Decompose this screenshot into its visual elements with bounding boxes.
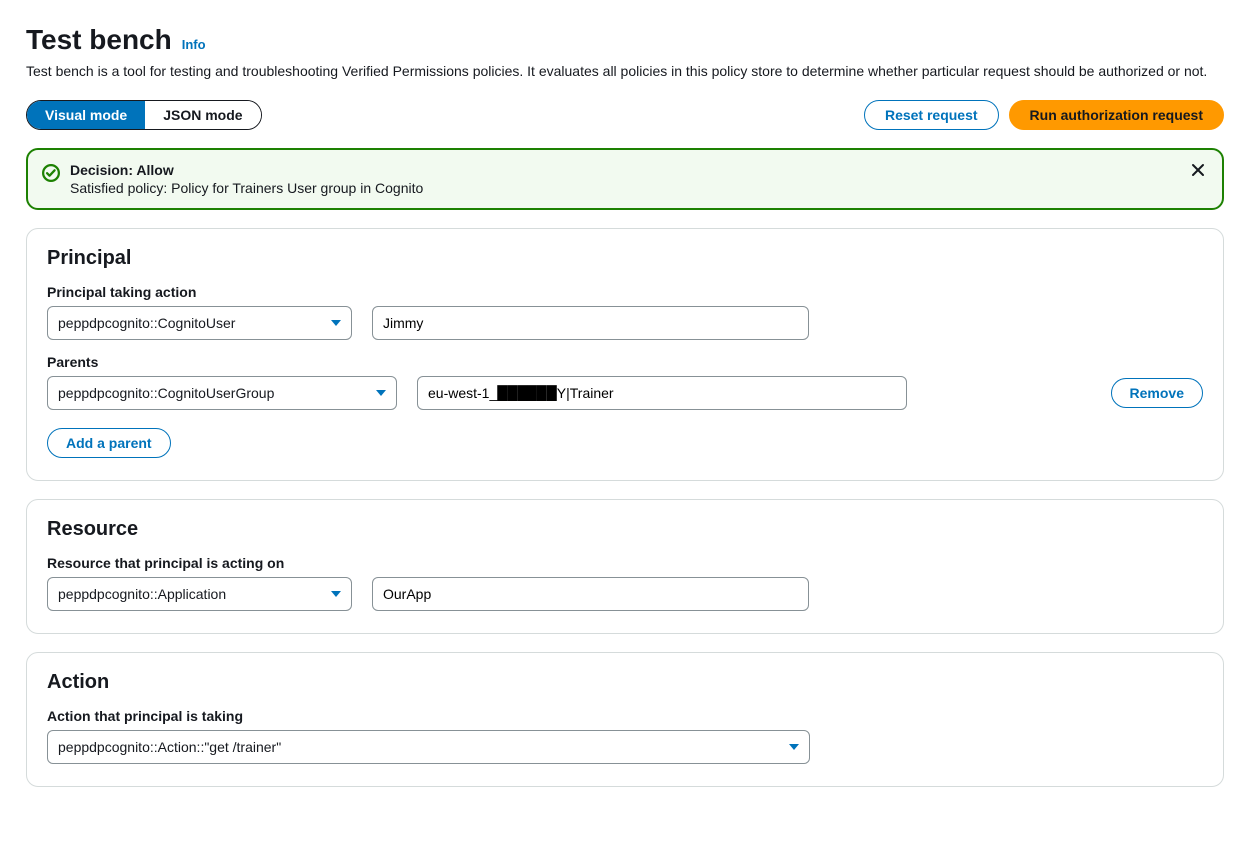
action-heading: Action: [47, 671, 1203, 694]
caret-down-icon: [376, 390, 386, 396]
parent-type-value: peppdpcognito::CognitoUserGroup: [58, 385, 274, 401]
parent-value-input-wrapper: [417, 376, 907, 410]
principal-name-input-wrapper: [372, 306, 809, 340]
resource-heading: Resource: [47, 518, 1203, 541]
parent-value-input[interactable]: [428, 385, 896, 401]
page-description: Test bench is a tool for testing and tro…: [26, 62, 1224, 82]
resource-type-value: peppdpcognito::Application: [58, 586, 226, 602]
page-title: Test bench: [26, 24, 172, 56]
visual-mode-button[interactable]: Visual mode: [27, 101, 145, 129]
resource-name-input-wrapper: [372, 577, 809, 611]
principal-type-select[interactable]: peppdpcognito::CognitoUser: [47, 306, 352, 340]
close-icon: [1190, 162, 1206, 178]
remove-parent-button[interactable]: Remove: [1111, 378, 1203, 408]
principal-card: Principal Principal taking action peppdp…: [26, 228, 1224, 481]
run-authorization-button[interactable]: Run authorization request: [1009, 100, 1224, 130]
reset-request-button[interactable]: Reset request: [864, 100, 999, 130]
parent-type-select[interactable]: peppdpcognito::CognitoUserGroup: [47, 376, 397, 410]
info-link[interactable]: Info: [182, 37, 206, 52]
principal-heading: Principal: [47, 247, 1203, 270]
satisfied-policy-text: Satisfied policy: Policy for Trainers Us…: [70, 180, 1178, 196]
toolbar: Visual mode JSON mode Reset request Run …: [26, 100, 1224, 130]
action-select[interactable]: peppdpcognito::Action::"get /trainer": [47, 730, 810, 764]
json-mode-button[interactable]: JSON mode: [145, 101, 260, 129]
check-circle-icon: [42, 164, 60, 182]
close-alert-button[interactable]: [1188, 162, 1208, 182]
caret-down-icon: [789, 744, 799, 750]
caret-down-icon: [331, 320, 341, 326]
action-card: Action Action that principal is taking p…: [26, 652, 1224, 787]
mode-toggle: Visual mode JSON mode: [26, 100, 262, 130]
resource-card: Resource Resource that principal is acti…: [26, 499, 1224, 634]
action-taking-label: Action that principal is taking: [47, 708, 1203, 724]
resource-type-select[interactable]: peppdpcognito::Application: [47, 577, 352, 611]
action-value: peppdpcognito::Action::"get /trainer": [58, 739, 281, 755]
add-parent-button[interactable]: Add a parent: [47, 428, 171, 458]
principal-taking-action-label: Principal taking action: [47, 284, 1203, 300]
principal-name-input[interactable]: [383, 315, 798, 331]
decision-text: Decision: Allow: [70, 162, 1178, 178]
decision-alert: Decision: Allow Satisfied policy: Policy…: [26, 148, 1224, 210]
parents-label: Parents: [47, 354, 1203, 370]
principal-type-value: peppdpcognito::CognitoUser: [58, 315, 235, 331]
resource-acting-on-label: Resource that principal is acting on: [47, 555, 1203, 571]
caret-down-icon: [331, 591, 341, 597]
resource-name-input[interactable]: [383, 586, 798, 602]
